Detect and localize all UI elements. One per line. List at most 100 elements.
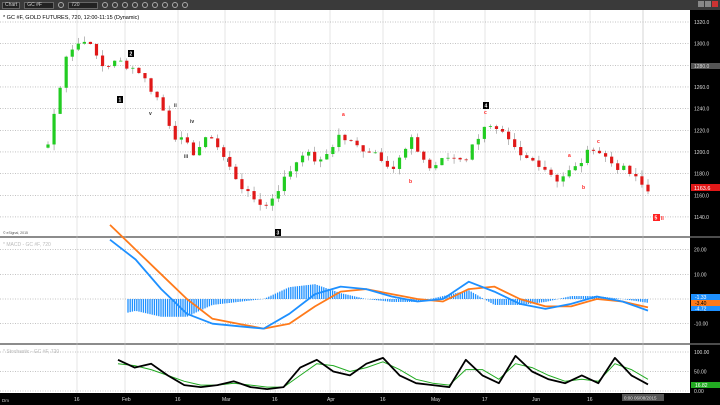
price-tick-label: 1140.0 [694,215,709,221]
candle [470,144,474,160]
chart-area[interactable]: 16 Feb 16 Mar 16 Apr 16 May 17 Jun 16 1140.0 1160.0 1… [0,10,720,405]
symbol-input[interactable]: GC #F [24,1,55,9]
close-button[interactable] [712,1,718,7]
candle [319,159,323,162]
candle [513,139,517,148]
candle [446,157,450,159]
candle [131,67,135,69]
candle [458,157,462,160]
candle [585,149,589,164]
minimize-button[interactable] [698,1,704,7]
candle [610,156,614,164]
candle [52,113,56,145]
candle [179,137,183,140]
candle [197,147,202,156]
candle [258,199,262,205]
wave-label: c [597,139,600,145]
candle [294,162,299,172]
date-tick-label: 16 [380,397,386,403]
candle [403,148,408,158]
candle [494,126,499,130]
candle [634,173,638,177]
candle [325,154,329,160]
date-tick-label: 16 [175,397,181,403]
candle [119,60,123,62]
stoch-value: 16.82 [695,383,708,389]
candle [391,166,396,169]
info-icon[interactable] [132,2,139,8]
macd-panel-title: * MACD - GC #F, 720 [3,242,51,248]
maximize-button[interactable] [705,1,711,7]
date-tick-label: 16 [74,397,80,403]
candle [337,134,341,148]
date-tick-label: 17 [482,397,488,403]
candle [464,159,468,161]
price-tick-label: 1240.0 [694,107,710,113]
date-axis[interactable] [0,393,720,405]
wave-label: 3 [277,231,280,237]
macd-line-value: -4.72 [695,307,707,313]
price-tick-label: 1160.0 [694,193,709,199]
candle [307,151,311,156]
stoch-tick-label: 0.00 [694,389,704,395]
wave-label: iii [184,154,189,160]
candle [137,67,141,74]
date-tick-label: 16 [587,397,593,403]
crosshair-date-tag: 0:00 06/08/2015 [622,394,664,401]
candle [58,87,62,114]
cursor-icon[interactable] [112,2,119,8]
facebook-icon[interactable] [182,2,189,8]
wave-label: b [582,185,585,191]
draw-icon[interactable] [102,2,109,8]
candle [397,157,402,169]
comment-icon[interactable] [162,2,169,8]
candle [440,158,444,166]
candle [519,147,523,156]
wave-label: 5 [655,216,658,222]
candle [373,152,377,154]
candle [628,165,632,174]
candle [82,41,86,44]
layout-icon[interactable] [122,2,129,8]
wave-label: a [568,153,571,159]
wave-label: 2 [130,52,133,58]
twitter-icon[interactable] [172,2,179,8]
candle [367,151,371,153]
candle [573,166,577,171]
candle [355,140,359,146]
candle [349,140,353,141]
wave-label: 4 [485,104,488,110]
candle [191,142,196,156]
macd-tick-label: 20.00 [694,248,707,254]
date-tick-label: Apr [327,397,335,403]
link-icon[interactable] [152,2,159,8]
date-tick-label: Mar [222,397,231,403]
price-tick-label: 1180.0 [694,172,709,178]
interval-input[interactable]: 720 [68,1,99,9]
candle [155,91,159,98]
candle [222,147,226,157]
stoch-value-tag: 16.82 [691,382,720,389]
chart-menu-button[interactable]: Chart [2,1,21,9]
date-tick-label: Jun [532,397,540,403]
date-tick-label: Feb [122,397,131,403]
candle [500,129,505,132]
candle [149,78,153,92]
candle [300,155,305,163]
candle [240,179,244,190]
candle [428,159,432,169]
date-tick-label: May [431,397,441,403]
settings-icon[interactable] [142,2,149,8]
candle [228,156,232,167]
price-tick-label: 1220.0 [694,128,710,134]
candle [622,165,626,170]
candle [270,198,274,206]
candle [331,147,335,155]
watermark: © eSignal, 2015 [3,231,28,235]
window-controls [698,1,718,7]
candle [282,176,286,192]
wave-label: b [409,179,412,185]
date-tick-label: 16 [272,397,278,403]
candle [234,166,238,180]
zoom-icon[interactable] [58,2,65,8]
